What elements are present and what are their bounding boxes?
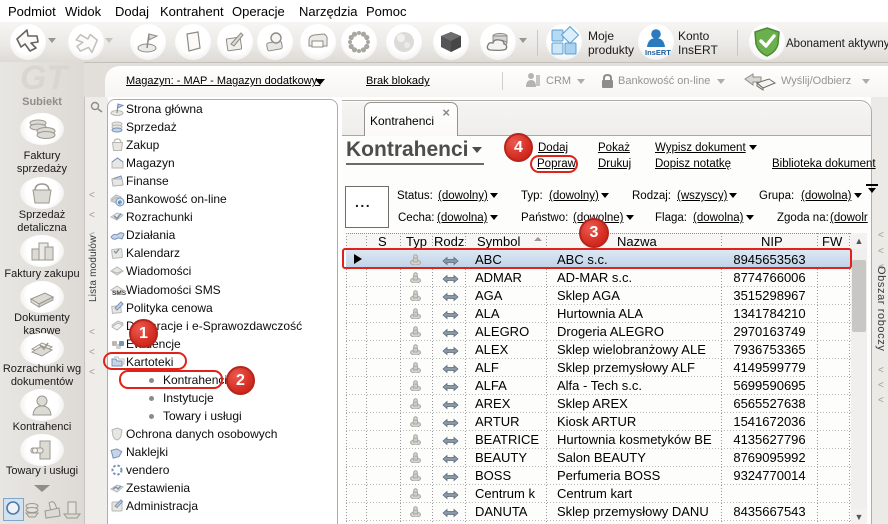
svg-text:InsERT: InsERT bbox=[645, 48, 671, 57]
svg-text:SMS: SMS bbox=[112, 290, 126, 297]
svg-text:e: e bbox=[118, 200, 122, 207]
